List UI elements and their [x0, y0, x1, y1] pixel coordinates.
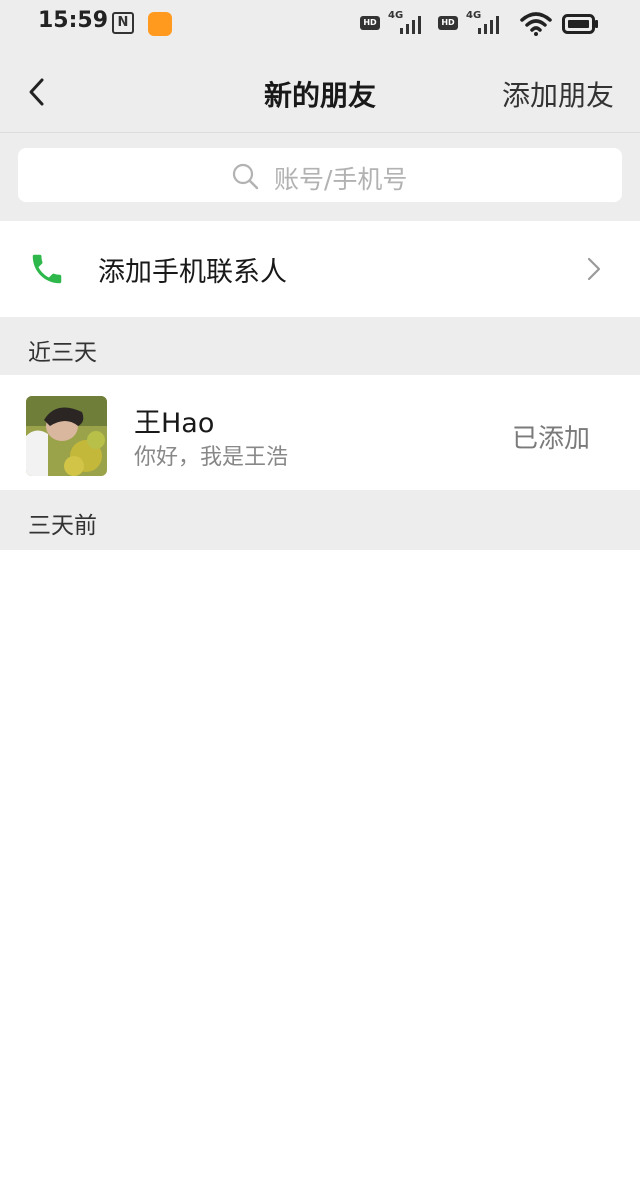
status-icons: HD 4G HD 4G — [360, 10, 600, 38]
add-phone-contacts-item[interactable]: 添加手机联系人 — [0, 222, 640, 316]
section-header-older: 三天前 — [0, 490, 640, 550]
nav-bar: 新的朋友 添加朋友 — [0, 52, 640, 133]
avatar[interactable] — [26, 396, 107, 476]
add-friend-button[interactable]: 添加朋友 — [502, 74, 614, 114]
friend-request-item[interactable]: 王Hao 你好，我是王浩 已添加 — [0, 375, 640, 489]
signal-bars-icon — [466, 14, 510, 34]
wifi-icon — [520, 12, 552, 36]
sim1-signal: HD 4G — [360, 10, 432, 38]
search-area: 账号/手机号 — [0, 133, 640, 221]
signal-bars-icon — [388, 14, 432, 34]
sim2-signal: HD 4G — [438, 10, 510, 38]
search-input[interactable]: 账号/手机号 — [18, 148, 622, 202]
search-icon — [232, 163, 259, 190]
app-notification-icon — [148, 12, 172, 36]
nfc-icon: N — [112, 12, 134, 34]
friend-name: 王Hao — [134, 408, 215, 439]
section-title: 三天前 — [28, 513, 97, 539]
search-placeholder: 账号/手机号 — [274, 165, 408, 194]
section-header-recent: 近三天 — [0, 317, 640, 375]
section-title: 近三天 — [28, 340, 97, 366]
battery-icon — [562, 14, 598, 34]
phone-icon — [32, 254, 62, 284]
add-phone-contacts-label: 添加手机联系人 — [98, 257, 287, 288]
status-time: 15:59 — [38, 8, 109, 33]
hd-icon: HD — [438, 16, 458, 30]
friend-message: 你好，我是王浩 — [134, 445, 289, 470]
status-bar: 15:59 N HD 4G HD 4G — [0, 0, 640, 52]
avatar-image — [26, 396, 107, 476]
friend-status: 已添加 — [511, 424, 590, 454]
hd-icon: HD — [360, 16, 380, 30]
chevron-right-icon — [587, 257, 601, 281]
